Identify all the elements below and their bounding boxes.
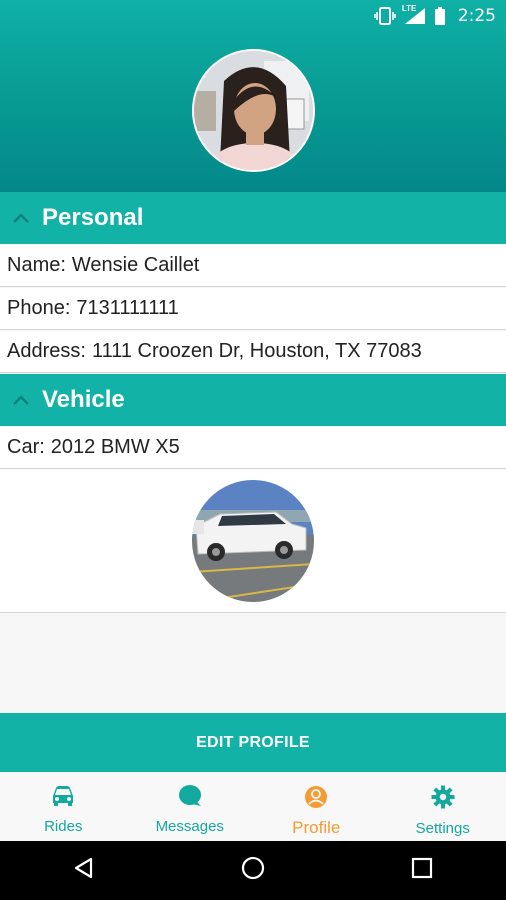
address-value: 1111 Croozen Dr, Houston, TX 77083 xyxy=(91,340,422,362)
section-personal-header[interactable]: Personal xyxy=(0,192,506,244)
home-button[interactable] xyxy=(223,841,283,900)
tab-messages[interactable]: Messages xyxy=(127,772,254,841)
tab-label: Rides xyxy=(44,818,83,835)
system-nav-bar xyxy=(0,841,506,900)
signal-icon: LTE xyxy=(401,4,426,25)
chevron-up-icon xyxy=(12,212,34,224)
tab-profile[interactable]: Profile xyxy=(253,772,380,841)
car-row: Car: 2012 BMW X5 xyxy=(0,427,506,469)
section-title: Personal xyxy=(42,204,144,231)
bottom-tab-bar: Rides Messages Profile Settings xyxy=(0,772,506,841)
profile-header: LTE 2:25 xyxy=(0,0,506,192)
tab-label: Settings xyxy=(415,820,470,837)
avatar[interactable] xyxy=(192,49,315,172)
battery-icon xyxy=(434,7,446,25)
clock: 2:25 xyxy=(457,6,496,26)
edit-profile-button[interactable]: EDIT PROFILE xyxy=(0,713,506,772)
tab-settings[interactable]: Settings xyxy=(380,772,506,841)
address-label: Address: xyxy=(7,340,86,362)
car-label: Car: xyxy=(7,436,45,458)
gear-icon xyxy=(431,785,455,814)
status-bar: LTE 2:25 xyxy=(0,0,506,32)
recents-button[interactable] xyxy=(392,841,452,900)
car-photo[interactable] xyxy=(192,480,314,602)
name-value: Wensie Caillet xyxy=(71,254,200,276)
chat-bubble-icon xyxy=(178,785,202,812)
tab-label: Profile xyxy=(292,818,341,837)
car-image-icon xyxy=(192,480,314,602)
person-icon xyxy=(304,785,328,814)
profile-photo-icon xyxy=(194,51,313,170)
address-row: Address: 1111 Croozen Dr, Houston, TX 77… xyxy=(0,331,506,373)
chevron-up-icon xyxy=(12,394,34,406)
tab-label: Messages xyxy=(155,818,224,835)
network-type: LTE xyxy=(401,4,417,13)
home-circle-icon xyxy=(241,856,265,885)
name-row: Name: Wensie Caillet xyxy=(0,245,506,287)
recents-square-icon xyxy=(411,857,433,884)
back-triangle-icon xyxy=(73,857,95,884)
phone-row: Phone: 7131111111 xyxy=(0,288,506,330)
section-vehicle-header[interactable]: Vehicle xyxy=(0,374,506,426)
name-label: Name: xyxy=(7,254,66,276)
vibrate-icon xyxy=(374,7,396,25)
phone-label: Phone: xyxy=(7,297,71,319)
section-title: Vehicle xyxy=(42,386,125,413)
car-value: 2012 BMW X5 xyxy=(50,436,180,458)
tab-rides[interactable]: Rides xyxy=(0,772,127,841)
back-button[interactable] xyxy=(54,841,114,900)
car-photo-panel xyxy=(0,470,506,613)
phone-value: 7131111111 xyxy=(76,297,179,319)
car-icon xyxy=(50,785,76,812)
